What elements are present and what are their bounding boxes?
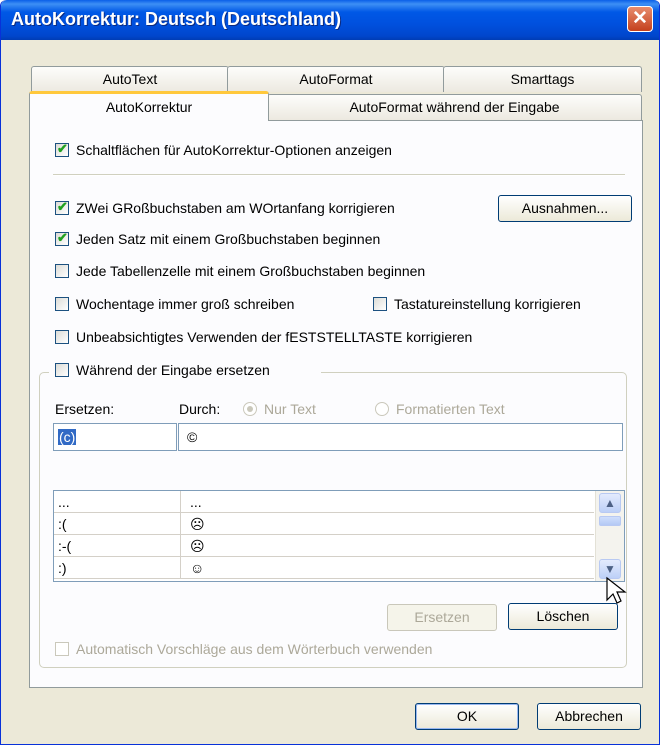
show-buttons-checkbox[interactable]: ✔	[55, 141, 69, 157]
column-divider	[180, 535, 181, 557]
check-icon: ✔	[57, 141, 68, 156]
keyboard-checkbox[interactable]	[373, 297, 387, 311]
window-title: AutoKorrektur: Deutsch (Deutschland)	[11, 9, 342, 29]
column-divider	[180, 513, 181, 535]
list-item-to: ☺	[190, 560, 205, 576]
mouse-cursor-icon	[606, 576, 627, 604]
two-caps-label: ZWei GRoßbuchstaben am WOrtanfang korrig…	[76, 200, 395, 216]
replace-while-typing-checkbox[interactable]	[55, 363, 69, 377]
autocorrect-dialog: AutoKorrektur: Deutsch (Deutschland) ✕ A…	[0, 0, 660, 745]
show-buttons-label: Schaltflächen für AutoKorrektur-Optionen…	[76, 142, 392, 158]
separator	[53, 174, 625, 176]
two-caps-checkbox[interactable]: ✔	[55, 199, 69, 215]
list-item[interactable]: :) ☺	[54, 557, 594, 579]
list-item-to: ☹	[190, 538, 205, 554]
title-bar[interactable]: AutoKorrektur: Deutsch (Deutschland) ✕	[1, 0, 659, 40]
with-input[interactable]: ©	[178, 423, 623, 451]
list-item[interactable]: :( ☹	[54, 513, 594, 535]
tab-autoformat-while-typing[interactable]: AutoFormat während der Eingabe	[267, 94, 642, 120]
suggestions-label: Automatisch Vorschläge aus dem Wörterbuc…	[76, 641, 433, 657]
list-item-from: :-(	[58, 538, 72, 554]
column-divider	[180, 557, 181, 579]
sentence-caps-label: Jeden Satz mit einem Großbuchstaben begi…	[76, 231, 381, 247]
capslock-label: Unbeabsichtigtes Verwenden der fESTSTELL…	[76, 329, 473, 345]
check-icon: ✔	[57, 230, 68, 245]
radio-dot	[247, 406, 253, 412]
tab-autocorrect[interactable]: AutoKorrektur	[29, 91, 269, 121]
close-button[interactable]: ✕	[627, 6, 653, 32]
exceptions-button[interactable]: Ausnahmen...	[498, 195, 632, 222]
column-divider	[180, 491, 181, 513]
capslock-checkbox[interactable]	[55, 330, 69, 344]
tab-smarttags[interactable]: Smarttags	[443, 66, 642, 92]
weekdays-checkbox[interactable]	[55, 297, 69, 311]
formatted-text-label: Formatierten Text	[396, 401, 505, 417]
list-item-from: :(	[58, 516, 67, 532]
entries-list[interactable]: ...... :( ☹ :-( ☹ :) ☺ ▲ ▼	[53, 490, 625, 582]
list-item-to: ☹	[190, 516, 205, 532]
vertical-scrollbar[interactable]: ▲ ▼	[595, 491, 624, 581]
with-input-value: ©	[187, 429, 198, 445]
replace-input[interactable]: (c)	[53, 423, 177, 451]
suggestions-checkbox[interactable]	[55, 642, 69, 656]
check-icon: ✔	[57, 199, 68, 214]
scroll-up-icon[interactable]: ▲	[599, 493, 621, 513]
list-item[interactable]: ......	[54, 491, 594, 513]
replace-label: Ersetzen:	[55, 401, 115, 417]
with-label: Durch:	[179, 401, 221, 417]
ok-button[interactable]: OK	[415, 703, 519, 730]
list-item-from: :)	[58, 560, 67, 576]
list-item-from: ...	[58, 494, 70, 510]
list-item[interactable]: :-( ☹	[54, 535, 594, 557]
delete-button[interactable]: Löschen	[508, 603, 618, 630]
plain-text-radio[interactable]	[243, 402, 257, 416]
replace-while-typing-label: Während der Eingabe ersetzen	[76, 362, 270, 378]
weekdays-label: Wochentage immer groß schreiben	[76, 296, 295, 312]
replace-button[interactable]: Ersetzen	[387, 604, 497, 631]
keyboard-label: Tastatureinstellung korrigieren	[394, 296, 581, 312]
table-caps-label: Jede Tabellenzelle mit einem Großbuchsta…	[76, 263, 426, 279]
tab-autotext[interactable]: AutoText	[31, 66, 229, 92]
plain-text-label: Nur Text	[264, 401, 316, 417]
cancel-button[interactable]: Abbrechen	[537, 703, 641, 730]
sentence-caps-checkbox[interactable]: ✔	[55, 230, 69, 246]
table-caps-checkbox[interactable]	[55, 264, 69, 278]
list-item-to: ...	[190, 494, 202, 510]
replace-input-value: (c)	[58, 429, 77, 445]
formatted-text-radio[interactable]	[375, 402, 389, 416]
groupbox-legend: Während der Eingabe ersetzen	[49, 362, 321, 382]
tab-autoformat[interactable]: AutoFormat	[227, 66, 445, 92]
scroll-thumb[interactable]	[599, 516, 621, 526]
